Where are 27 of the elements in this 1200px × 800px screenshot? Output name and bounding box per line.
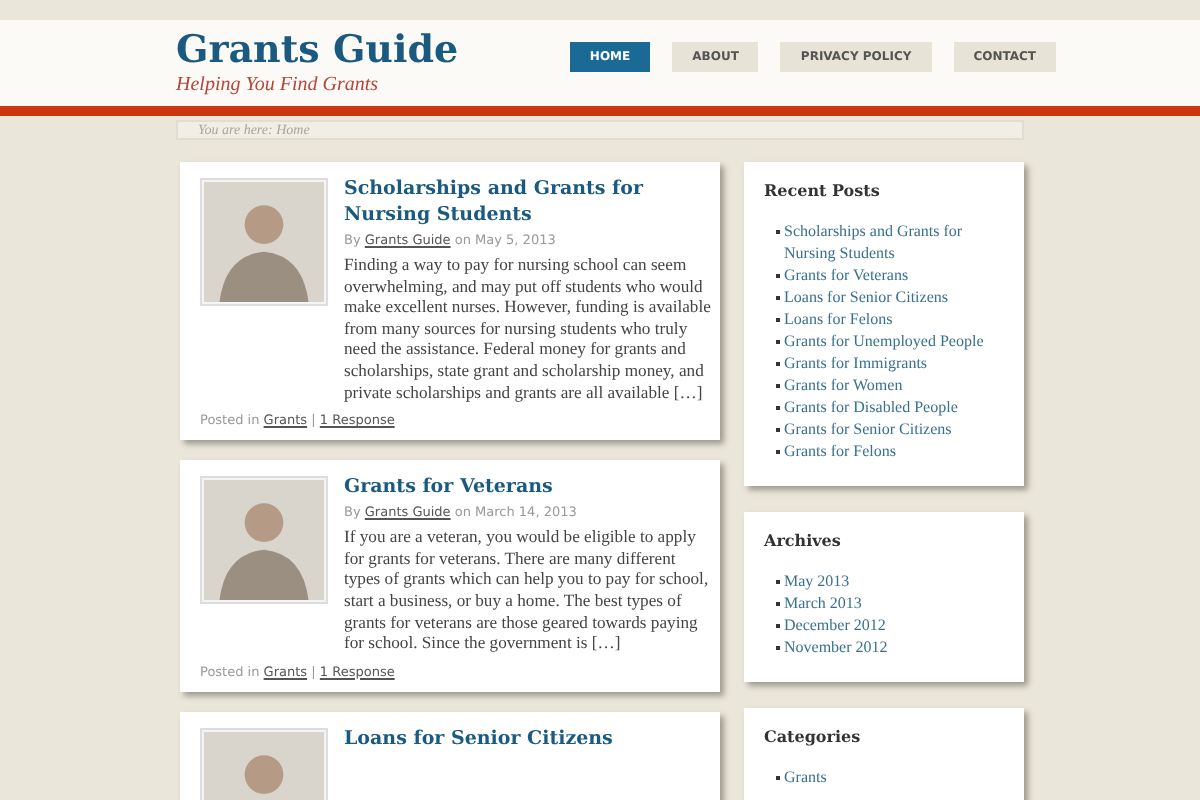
post-title[interactable]: Loans for Senior Citizens	[344, 725, 613, 752]
sidebar-link[interactable]: November 2012	[784, 636, 888, 658]
sidebar-link[interactable]: Loans for Senior Citizens	[784, 286, 948, 308]
post-excerpt: Finding a way to pay for nursing school can seem overwhelming, and may put off students who would make excellent nurses. However, funding is available from many sources for nursing students who truly need the assistance. Federal money for grants and scholarships, state grant and scholarship money, and private scholarships and grants are all available […]	[344, 254, 712, 403]
widget-title: Archives	[764, 528, 843, 552]
sidebar-link[interactable]: Grants for Unemployed People	[784, 330, 984, 352]
widget-title: Recent Posts	[764, 178, 882, 202]
photo-placeholder	[204, 182, 324, 302]
sidebar-link[interactable]: December 2012	[784, 614, 886, 636]
site-tagline: Helping You Find Grants	[176, 72, 381, 98]
post-title[interactable]: Scholarships and Grants for Nursing Students	[344, 176, 712, 228]
sidebar-link[interactable]: Grants for Immigrants	[784, 352, 928, 374]
sidebar-link[interactable]: May 2013	[784, 570, 850, 592]
sidebar-link[interactable]: Grants for Women	[784, 374, 903, 396]
post-title[interactable]: Grants for Veterans	[344, 474, 712, 501]
photo-placeholder	[204, 480, 324, 601]
sidebar-link[interactable]: Grants for Veterans	[784, 264, 909, 286]
sidebar-link[interactable]: Grants for Disabled People	[784, 396, 958, 418]
widget-title: Categories	[764, 724, 863, 748]
sidebar-link[interactable]: Grants for Senior Citizens	[784, 418, 952, 440]
sidebar-link[interactable]: March 2013	[784, 592, 862, 614]
site-title[interactable]: Grants Guide	[176, 28, 459, 72]
sidebar-link[interactable]: Grants	[784, 766, 827, 788]
sidebar-link[interactable]: Loans for Felons	[784, 308, 893, 330]
sidebar-link[interactable]: Grants for Felons	[784, 440, 896, 462]
post-excerpt: If you are a veteran, you would be eligible to apply for grants for veterans. There are many different types of grants which can help you to pay for school, start a business, or buy a home. The best types of grants for veterans are those geared towards paying for school. Since the government is […]	[344, 526, 711, 654]
sidebar-link[interactable]: Scholarships and Grants for Nursing Students	[784, 220, 1004, 264]
